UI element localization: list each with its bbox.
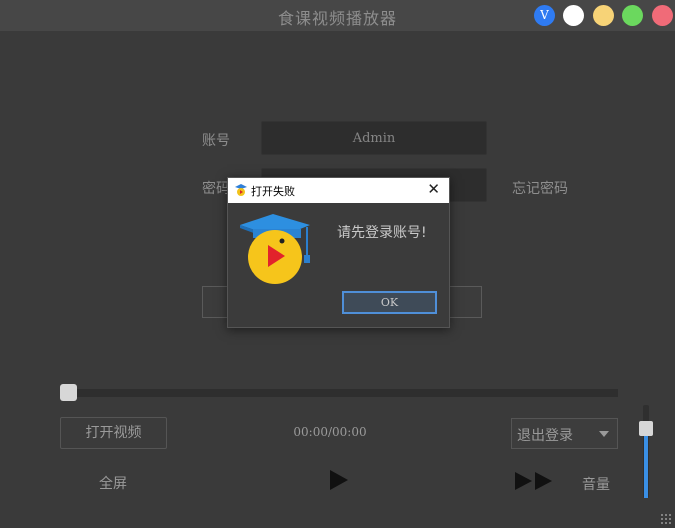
resize-grip[interactable] <box>660 513 672 525</box>
account-input[interactable]: Admin <box>261 121 487 155</box>
dialog-title: 打开失败 <box>251 185 295 198</box>
fast-forward-icon[interactable] <box>515 472 532 490</box>
fast-forward-icon-second[interactable] <box>535 472 552 490</box>
graduation-mascot-image <box>240 214 310 284</box>
account-menu-value: 退出登录 <box>517 428 573 444</box>
progress-track[interactable] <box>60 389 618 397</box>
dialog-message: 请先登录账号! <box>337 225 427 241</box>
minimize-button[interactable] <box>593 5 614 26</box>
password-label: 密码 <box>202 181 230 197</box>
time-display: 00:00/00:00 <box>293 425 367 439</box>
close-icon[interactable]: ✕ <box>427 180 440 198</box>
title-bar: 食课视频播放器 V <box>0 0 675 31</box>
graduation-mascot-icon <box>235 184 247 196</box>
dialog-title-bar: 打开失败 ✕ <box>228 178 449 203</box>
ok-button[interactable]: OK <box>342 291 437 314</box>
forgot-password-link[interactable]: 忘记密码 <box>512 178 568 198</box>
v-badge-button[interactable]: V <box>534 5 555 26</box>
progress-thumb[interactable] <box>60 384 77 401</box>
maximize-button[interactable] <box>622 5 643 26</box>
account-label: 账号 <box>202 133 230 149</box>
volume-label: 音量 <box>582 477 610 493</box>
account-menu-select[interactable]: 退出登录 <box>511 418 618 449</box>
error-dialog: 打开失败 ✕ 请先登录账号! OK <box>227 177 450 328</box>
white-window-button[interactable] <box>563 5 584 26</box>
fullscreen-button[interactable]: 全屏 <box>99 473 127 493</box>
chevron-down-icon <box>599 431 609 437</box>
close-window-button[interactable] <box>652 5 673 26</box>
volume-thumb[interactable] <box>639 421 653 436</box>
play-icon[interactable] <box>330 470 348 490</box>
volume-fill <box>644 432 648 498</box>
open-video-button[interactable]: 打开视频 <box>60 417 167 449</box>
